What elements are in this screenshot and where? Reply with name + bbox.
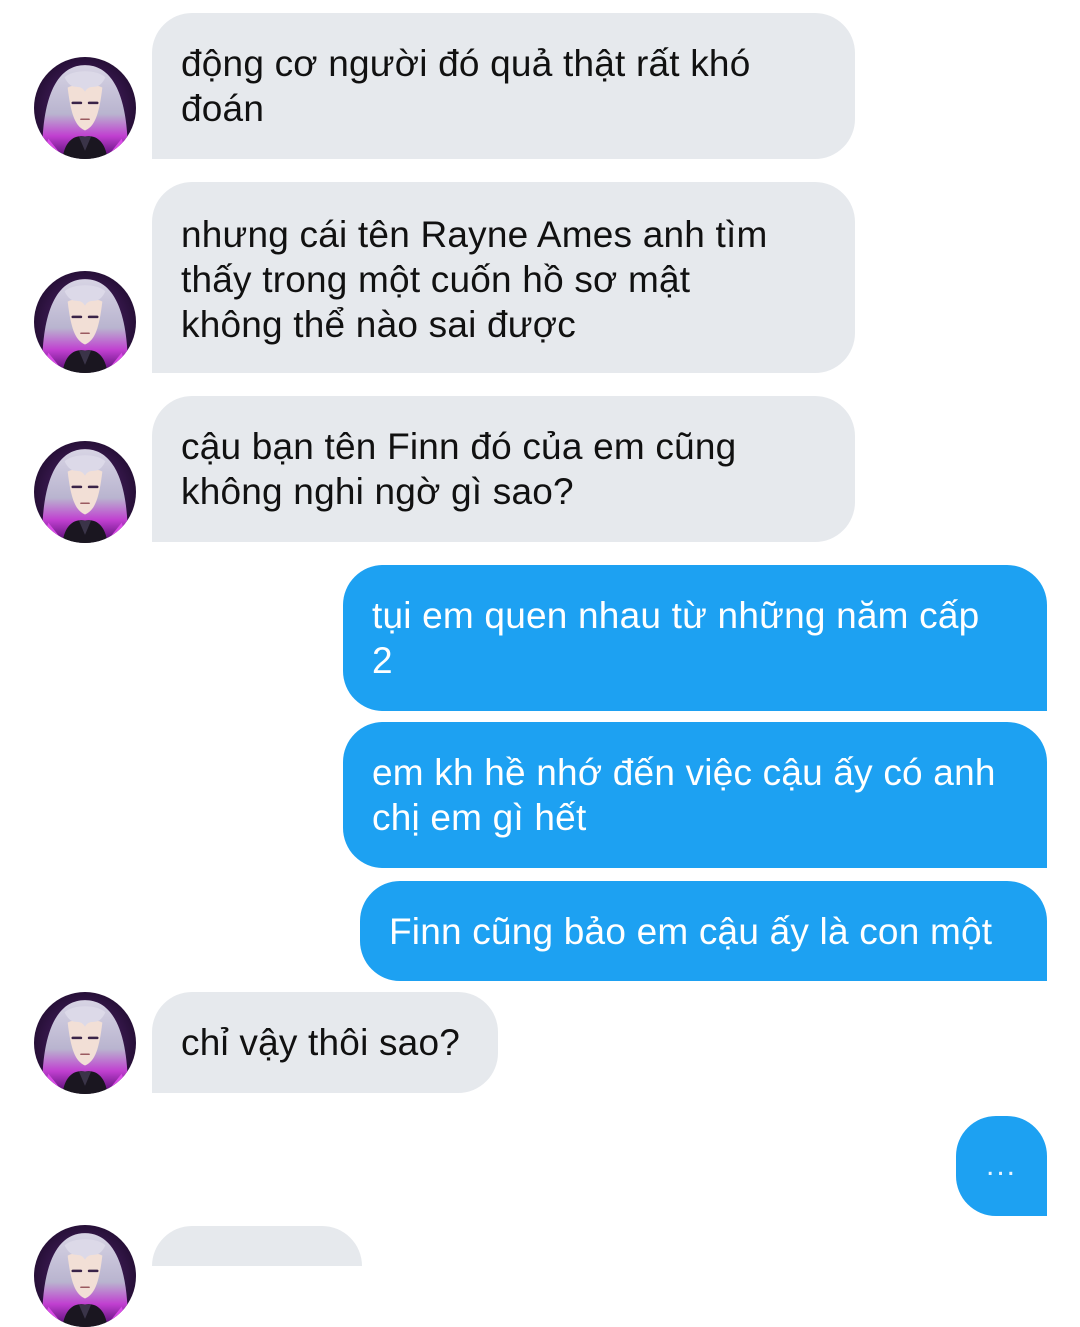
outgoing-message[interactable]: em kh hề nhớ đến việc cậu ấy có anh chị … [343, 722, 1047, 868]
incoming-message-partial[interactable] [152, 1226, 362, 1266]
avatar-icon [34, 57, 136, 159]
outgoing-message[interactable]: tụi em quen nhau từ những năm cấp 2 [343, 565, 1047, 711]
incoming-message[interactable]: chỉ vậy thôi sao? [152, 992, 498, 1093]
incoming-message[interactable]: động cơ người đó quả thật rất khó đoán [152, 13, 855, 159]
avatar-icon [34, 1225, 136, 1327]
outgoing-message[interactable]: Finn cũng bảo em cậu ấy là con một [360, 881, 1047, 981]
avatar-icon [34, 441, 136, 543]
avatar[interactable] [34, 441, 136, 543]
typing-indicator: ... [956, 1116, 1047, 1216]
avatar-icon [34, 992, 136, 1094]
avatar[interactable] [34, 1225, 136, 1327]
incoming-message[interactable]: cậu bạn tên Finn đó của em cũng không ng… [152, 396, 855, 542]
avatar[interactable] [34, 57, 136, 159]
avatar[interactable] [34, 271, 136, 373]
incoming-message[interactable]: nhưng cái tên Rayne Ames anh tìm thấy tr… [152, 182, 855, 373]
avatar[interactable] [34, 992, 136, 1094]
avatar-icon [34, 271, 136, 373]
